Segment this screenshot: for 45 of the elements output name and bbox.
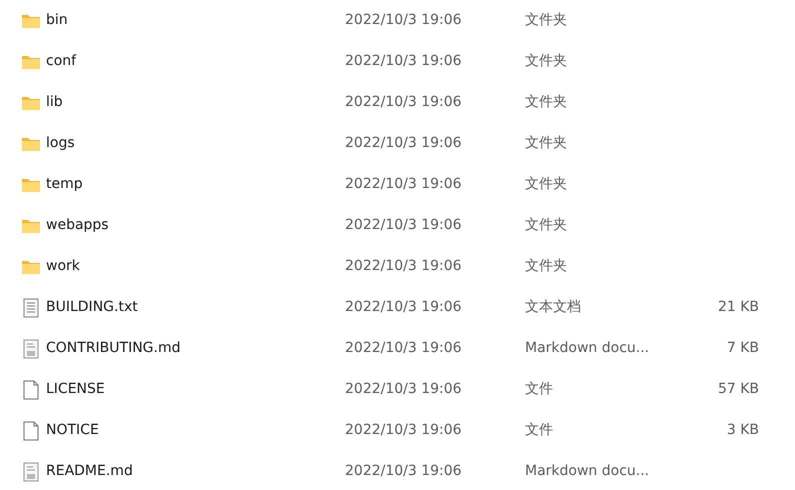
file-type: 文件夹 <box>525 257 568 276</box>
file-icon <box>21 380 41 400</box>
modified-date: 2022/10/3 19:06 <box>345 380 463 399</box>
modified-date: 2022/10/3 19:06 <box>345 93 463 112</box>
modified-date: 2022/10/3 19:06 <box>345 11 463 30</box>
document-icon <box>21 298 41 318</box>
file-type: 文件夹 <box>525 216 568 235</box>
file-name: bin <box>46 11 69 30</box>
file-type: 文件夹 <box>525 134 568 153</box>
file-type: 文件夹 <box>525 93 568 112</box>
file-type: Markdown docu... <box>525 462 650 481</box>
file-name: BUILDING.txt <box>46 298 139 317</box>
file-name: lib <box>46 93 64 112</box>
file-name: work <box>46 257 81 276</box>
file-name: README.md <box>46 462 134 481</box>
modified-date: 2022/10/3 19:06 <box>345 134 463 153</box>
modified-date: 2022/10/3 19:06 <box>345 298 463 317</box>
file-type: 文件 <box>525 421 554 440</box>
modified-date: 2022/10/3 19:06 <box>345 421 463 440</box>
modified-date: 2022/10/3 19:06 <box>345 52 463 71</box>
file-size: 3 KB <box>726 421 759 440</box>
file-size: 21 KB <box>716 298 759 317</box>
file-size: 7 KB <box>726 339 759 358</box>
file-name: conf <box>46 52 78 71</box>
file-type: 文件夹 <box>525 11 568 30</box>
file-type: 文件夹 <box>525 175 568 194</box>
file-type: 文件 <box>525 380 554 399</box>
modified-date: 2022/10/3 19:06 <box>345 216 463 235</box>
file-type: 文件夹 <box>525 52 568 71</box>
file-name: temp <box>46 175 84 194</box>
file-icon <box>21 420 41 440</box>
file-name: NOTICE <box>46 421 100 440</box>
document-icon <box>21 462 41 482</box>
file-name: LICENSE <box>46 380 106 399</box>
modified-date: 2022/10/3 19:06 <box>345 339 463 358</box>
modified-date: 2022/10/3 19:06 <box>345 257 463 276</box>
file-name: webapps <box>46 216 110 235</box>
document-icon <box>21 338 41 358</box>
file-type: 文本文档 <box>525 298 582 317</box>
modified-date: 2022/10/3 19:06 <box>345 175 463 194</box>
file-name: logs <box>46 134 76 153</box>
file-type: Markdown docu... <box>525 339 650 358</box>
file-size: 57 KB <box>716 380 759 399</box>
modified-date: 2022/10/3 19:06 <box>345 462 463 481</box>
file-name: CONTRIBUTING.md <box>46 339 182 358</box>
